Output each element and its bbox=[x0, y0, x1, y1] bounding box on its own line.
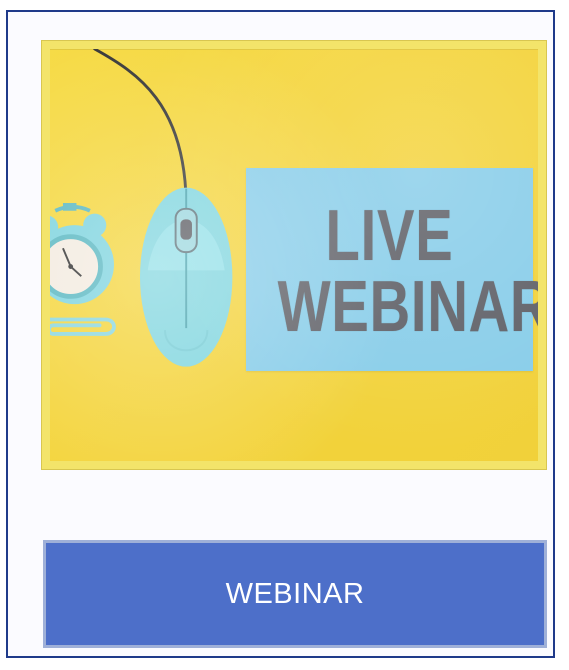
alarm-clock-icon bbox=[50, 203, 114, 305]
webinar-card: LIVE WEBINAR! WEBINAR bbox=[6, 10, 555, 658]
webinar-hero-image: LIVE WEBINAR! bbox=[41, 40, 547, 470]
sticky-note-line-1: LIVE bbox=[325, 196, 454, 276]
live-webinar-note: LIVE WEBINAR! bbox=[246, 168, 546, 371]
sticky-note-line-2: WEBINAR! bbox=[277, 267, 546, 347]
mouse-icon bbox=[139, 187, 233, 367]
webinar-button[interactable]: WEBINAR bbox=[43, 540, 547, 648]
paperclip-icon bbox=[50, 317, 116, 336]
